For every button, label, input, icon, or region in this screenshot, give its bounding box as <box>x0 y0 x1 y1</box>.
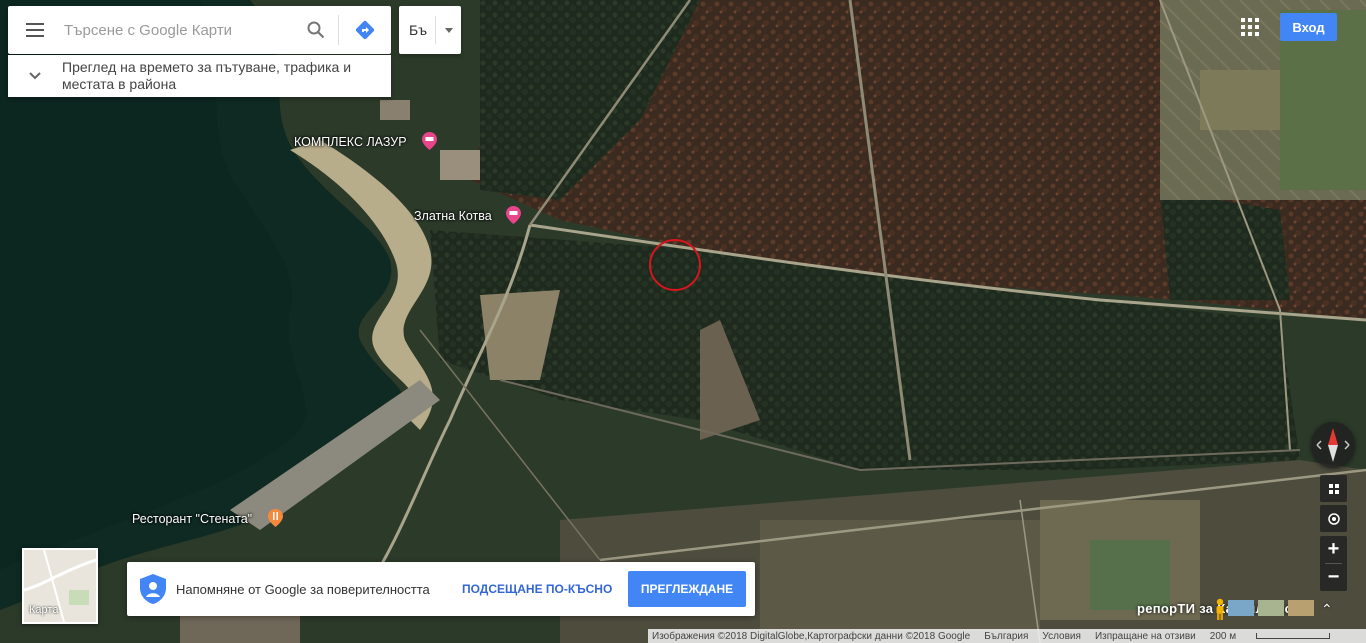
explore-area-bar[interactable]: Преглед на времето за пътуване, трафика … <box>8 55 391 97</box>
language-selector[interactable]: Бъ <box>399 6 461 54</box>
apps-grid-icon[interactable] <box>1241 18 1259 36</box>
scale-bar <box>1256 632 1331 639</box>
expand-chevron-icon[interactable]: ⌃ <box>1321 601 1333 618</box>
zoom-in-button[interactable]: + <box>1320 536 1347 563</box>
search-input[interactable] <box>62 14 294 46</box>
country-link[interactable]: България <box>984 631 1028 642</box>
review-button[interactable]: ПРЕГЛЕЖДАНЕ <box>628 571 746 607</box>
compass-icon <box>1316 428 1350 462</box>
hotel-pin-icon[interactable] <box>422 132 437 150</box>
scale-label[interactable]: 200 м <box>1210 631 1344 642</box>
map-type-label: Карта <box>29 604 59 616</box>
explore-area-text: Преглед на времето за пътуване, трафика … <box>62 59 352 92</box>
place-label-kompleks-lazur[interactable]: КОМПЛЕКС ЛАЗУР <box>294 135 407 149</box>
feedback-link[interactable]: Изпращане на отзиви <box>1095 631 1196 642</box>
imagery-thumbnails[interactable] <box>1228 599 1318 617</box>
search-icon[interactable] <box>294 6 338 54</box>
terms-link[interactable]: Условия <box>1042 631 1081 642</box>
place-label-zlatna-kotva[interactable]: Златна Котва <box>414 209 492 223</box>
privacy-reminder-text: Напомняне от Google за поверителността <box>176 581 430 597</box>
search-box <box>8 6 391 54</box>
remind-later-button[interactable]: ПОДСЕЩАНЕ ПО-КЪСНО <box>462 582 622 596</box>
pegman-icon[interactable] <box>1214 598 1226 620</box>
sign-in-button[interactable]: Вход <box>1280 13 1337 41</box>
restaurant-pin-icon[interactable] <box>268 509 283 527</box>
zoom-controls: + − <box>1320 536 1347 591</box>
language-label: Бъ <box>409 22 427 38</box>
caret-down-icon <box>445 27 453 33</box>
hamburger-icon[interactable] <box>8 6 62 54</box>
map-type-toggle[interactable]: Карта <box>22 548 98 624</box>
place-label-restorant-stenata[interactable]: Ресторант "Стената" <box>132 512 252 526</box>
shield-icon <box>140 574 166 604</box>
location-icon <box>1327 512 1340 525</box>
compass-control[interactable] <box>1311 422 1355 468</box>
imagery-attribution: Изображения ©2018 DigitalGlobe,Картограф… <box>652 630 971 642</box>
hotel-pin-icon[interactable] <box>506 206 521 224</box>
grid-icon <box>1328 483 1339 494</box>
map-footer: Изображения ©2018 DigitalGlobe,Картограф… <box>648 629 1366 643</box>
directions-icon[interactable] <box>339 6 391 54</box>
privacy-reminder-card: Напомняне от Google за поверителността П… <box>127 562 755 616</box>
highlight-circle <box>649 239 701 291</box>
zoom-out-button[interactable]: − <box>1320 564 1347 591</box>
my-location-button[interactable] <box>1320 505 1347 532</box>
chevron-down-icon <box>8 72 62 80</box>
layers-grid-button[interactable] <box>1320 475 1347 502</box>
